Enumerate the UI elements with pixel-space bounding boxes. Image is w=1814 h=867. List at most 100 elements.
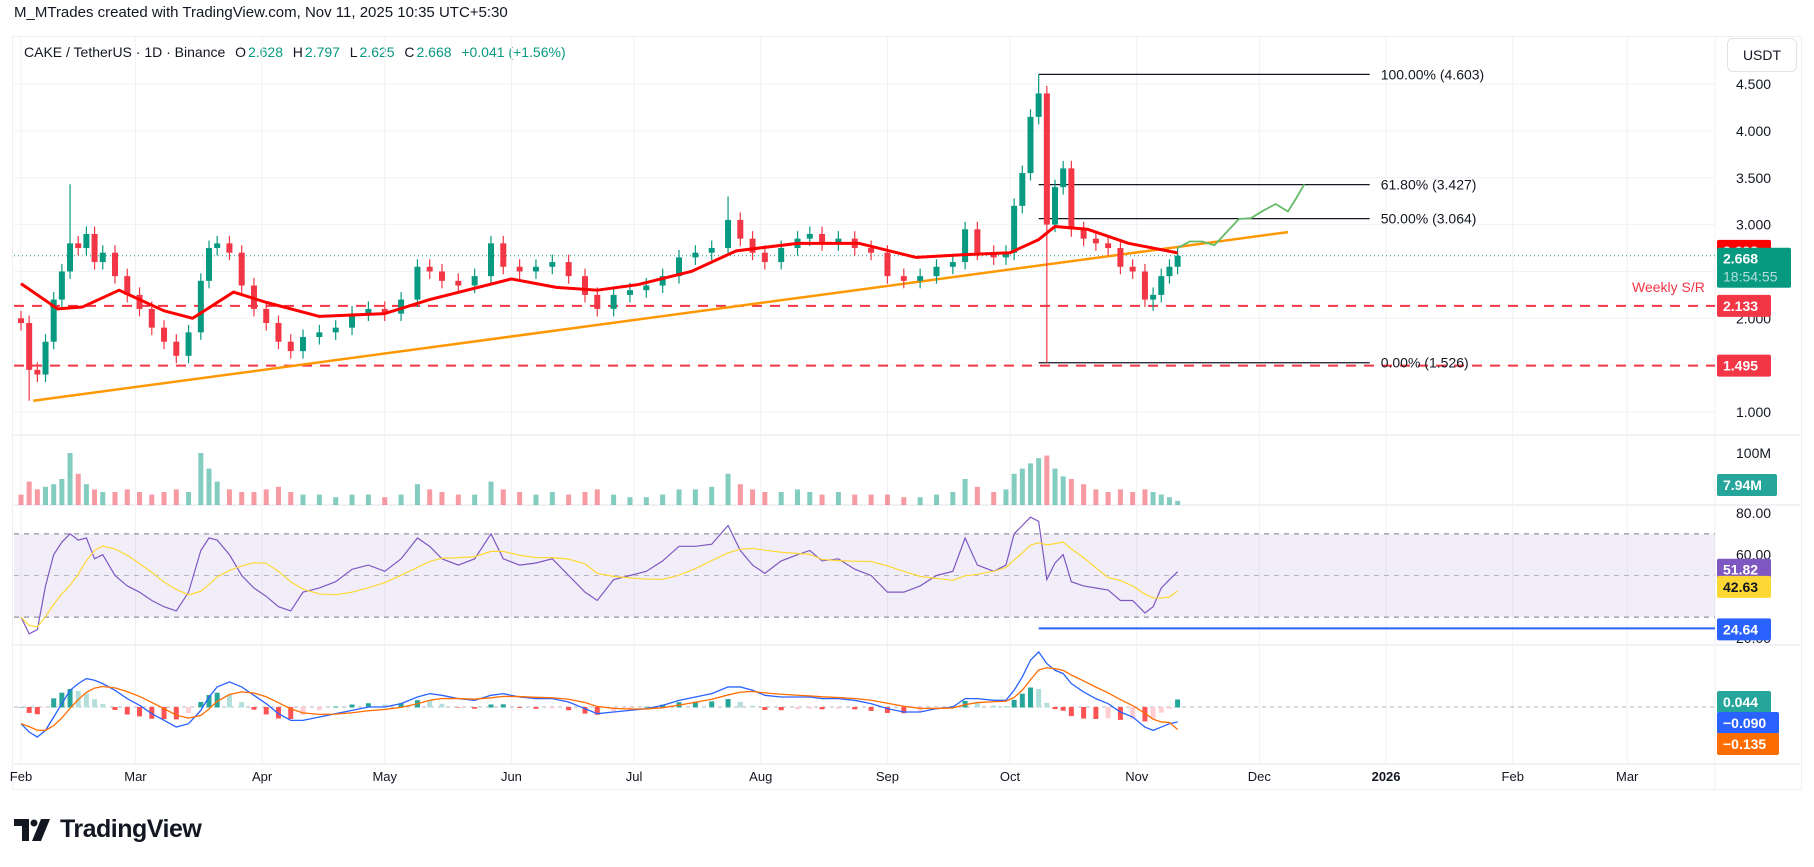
candle-body [1011, 205, 1018, 253]
volume-bar [627, 497, 633, 505]
macd-histogram-bar [1105, 707, 1111, 719]
macd-histogram-bar [455, 707, 461, 708]
volume-bar [365, 494, 371, 505]
rsi-ma-badge: 42.63 [1717, 575, 1771, 598]
price-tick-label: 3.000 [1736, 217, 1771, 233]
volume-bar [884, 494, 890, 505]
candle-body [238, 252, 245, 286]
bar-countdown: 18:54:55 [1723, 269, 1778, 285]
time-tick-label: Mar [124, 769, 147, 784]
macd-histogram-bar [835, 707, 841, 709]
macd-histogram-bar [1060, 707, 1066, 711]
candle-body [594, 294, 601, 309]
candle-body [426, 266, 433, 272]
tradingview-logo[interactable]: TradingView [14, 815, 202, 844]
candle-body [626, 290, 633, 295]
macd-histogram-bar [251, 707, 257, 710]
volume-bar [950, 492, 956, 505]
candle-body [532, 266, 539, 272]
macd-histogram-bar [737, 701, 743, 708]
macd-histogram-bar [762, 707, 768, 710]
macd-histogram-bar [488, 704, 494, 708]
volume-bar [173, 489, 179, 505]
macd-histogram-bar [778, 707, 784, 711]
candle-body [83, 233, 90, 249]
candle-body [761, 252, 768, 263]
price-tick-label: 1.000 [1736, 404, 1771, 420]
macd-histogram-bar [1003, 706, 1009, 708]
macd-histogram-bar [186, 707, 192, 714]
volume-badge: 7.94M [1717, 474, 1777, 496]
macd-histogram-bar [34, 707, 40, 715]
macd-signal-badge: −0.135 [1717, 733, 1779, 755]
volume-bar [692, 489, 698, 505]
volume-bar [239, 492, 245, 505]
macd-histogram-bar [137, 707, 143, 717]
volume-bar [868, 494, 874, 505]
volume-bar [112, 492, 118, 505]
volume-bar [778, 492, 784, 505]
time-tick-label: Apr [252, 769, 273, 784]
candle-body [214, 243, 221, 249]
macd-histogram-bar [43, 707, 49, 708]
macd-histogram-bar [795, 707, 801, 710]
volume-bar [455, 494, 461, 505]
currency-button[interactable]: USDT [1727, 38, 1797, 72]
macd-histogram-bar [974, 703, 980, 708]
macd-histogram-bar [1011, 699, 1017, 708]
support-low-badge-value: 1.495 [1723, 358, 1758, 374]
candle-body [18, 318, 24, 323]
time-tick-label: Mar [1616, 769, 1639, 784]
macd-histogram-bar [26, 707, 32, 713]
rsi-ma-badge-value: 42.63 [1723, 579, 1758, 595]
candle-body [900, 276, 907, 281]
volume-bar [488, 481, 494, 505]
volume-bar [427, 489, 433, 505]
candle-body [549, 262, 556, 267]
chart-canvas[interactable]: 4.5004.0003.5003.0002.0001.000Feb Mar Apr M… [0, 0, 1814, 867]
volume-bar [1105, 492, 1111, 505]
candle-body [112, 252, 119, 277]
macd-histogram-bar [1166, 707, 1172, 709]
candle-body [643, 285, 650, 291]
volume-bar [18, 494, 24, 505]
volume-bar [1019, 468, 1025, 505]
rsi-level-badge: 24.64 [1717, 618, 1771, 641]
volume-bar [582, 492, 588, 505]
candle-body [1092, 238, 1099, 244]
macd-histogram-bar [226, 694, 232, 708]
volume-bar [762, 492, 768, 505]
macd-histogram-bar [18, 707, 24, 708]
candle-body [471, 276, 478, 286]
candle-body [708, 248, 715, 253]
support-low-badge: 1.495 [1717, 354, 1771, 377]
candle-body [1052, 187, 1059, 225]
candle-body [1043, 93, 1050, 225]
macd-histogram-bar [1150, 707, 1156, 719]
volume-bar [819, 494, 825, 505]
macd-histogram-bar [67, 689, 73, 708]
weekly-sr-label: Weekly S/R [1632, 279, 1705, 295]
volume-bar [100, 492, 106, 505]
volume-bar [991, 492, 997, 505]
candle-body [148, 308, 155, 328]
volume-bar [807, 492, 813, 505]
candle-body [778, 248, 785, 263]
volume-bar [500, 489, 506, 505]
last-price-badge: 2.668 18:54:55 [1717, 247, 1791, 288]
fib-level-label: 61.80% (3.427) [1381, 177, 1477, 193]
volume-bar [750, 489, 756, 505]
candle-body [75, 243, 82, 249]
macd-hist-badge: 0.044 [1717, 691, 1771, 713]
volume-bar [349, 494, 355, 505]
macd-histogram-bar [1036, 688, 1042, 708]
volume-bar [1166, 497, 1172, 505]
candle-body [1117, 248, 1124, 267]
volume-bar [1158, 494, 1164, 505]
rsi-level-badge-value: 24.64 [1723, 621, 1758, 637]
volume-bar [566, 494, 572, 505]
macd-line [20, 650, 1178, 738]
volume-axis-label: 100M [1736, 445, 1771, 461]
candle-body [263, 308, 270, 323]
volume-bar [725, 473, 731, 505]
